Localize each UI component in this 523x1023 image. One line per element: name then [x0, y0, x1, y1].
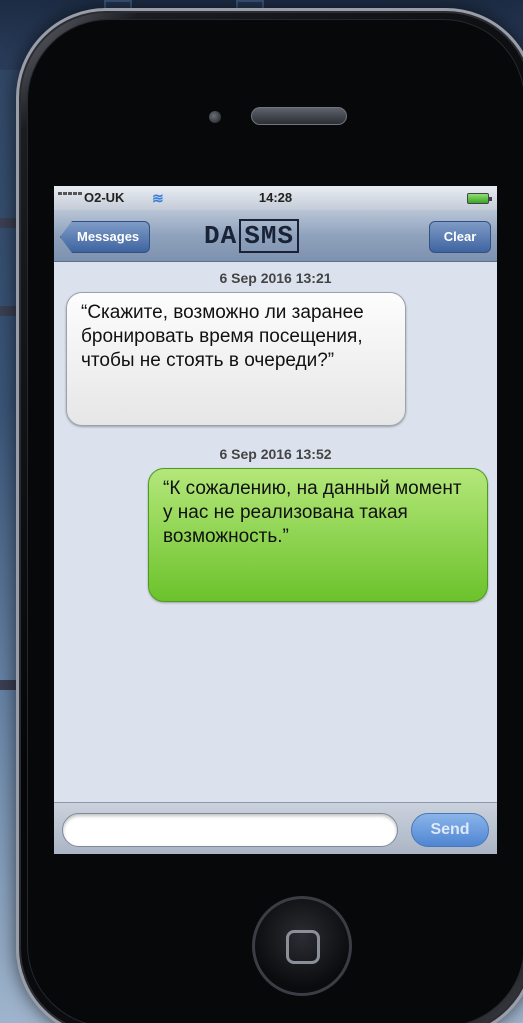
home-button[interactable] — [252, 896, 352, 996]
message-timestamp: 6 Sep 2016 13:52 — [219, 446, 332, 462]
status-time: 14:28 — [258, 190, 293, 205]
logo-prefix: DA — [204, 221, 238, 251]
clear-button[interactable]: Clear — [429, 221, 491, 253]
send-button[interactable]: Send — [411, 813, 489, 847]
earpiece-speaker — [251, 107, 347, 125]
phone-screen: O2-UK ≋ 14:28 Messages DA SMS Clear 6 Sep… — [54, 186, 497, 854]
compose-bar: Send — [54, 802, 497, 854]
messages-back-button[interactable]: Messages — [60, 221, 151, 253]
dasms-logo: DA SMS — [204, 219, 300, 253]
outgoing-message-bubble[interactable]: “К сожалению, на данный момент у нас не … — [148, 468, 488, 602]
nav-bar: Messages DA SMS Clear — [54, 210, 497, 262]
message-thread: 6 Sep 2016 13:21 “Скажите, возможно ли з… — [54, 262, 497, 802]
home-button-icon — [286, 930, 320, 964]
camera-sensor — [209, 111, 221, 123]
logo-boxed-text: SMS — [239, 219, 300, 253]
message-timestamp: 6 Sep 2016 13:21 — [219, 270, 332, 286]
incoming-message-bubble[interactable]: “Скажите, возможно ли заранее бронироват… — [66, 292, 406, 426]
message-input[interactable] — [62, 813, 398, 847]
battery-icon — [467, 193, 492, 204]
status-bar: O2-UK ≋ 14:28 — [54, 186, 497, 210]
